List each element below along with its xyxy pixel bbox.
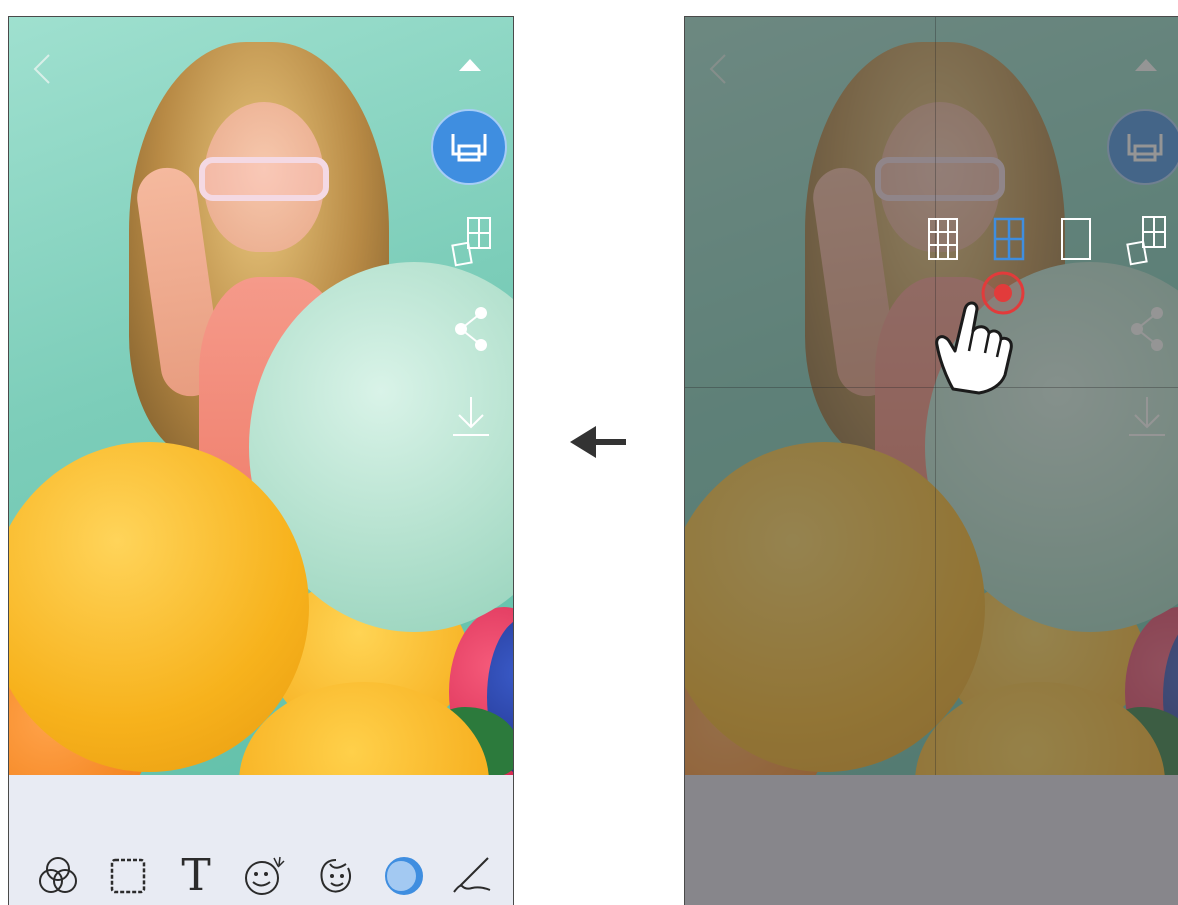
effect-tool-button[interactable] <box>381 853 427 899</box>
printer-icon <box>451 134 487 162</box>
frame-tool-button[interactable] <box>105 853 151 899</box>
dim-overlay <box>685 17 1178 905</box>
beauty-tool-button[interactable] <box>313 853 359 899</box>
sticker-tool-button[interactable] <box>241 853 287 899</box>
layout-option-grid-2x2[interactable] <box>991 215 1031 263</box>
back-button[interactable] <box>27 51 57 87</box>
text-tool-button[interactable]: T <box>173 853 219 899</box>
triangle-up-icon <box>459 59 481 71</box>
sticker-icon <box>245 856 285 895</box>
collapse-button[interactable] <box>455 53 485 77</box>
layout-option-single[interactable] <box>1058 215 1098 263</box>
draw-tool-button[interactable] <box>449 853 495 899</box>
frame-icon <box>110 858 146 894</box>
share-button[interactable] <box>449 303 493 355</box>
face-icon <box>320 859 351 893</box>
bottom-toolbar-disabled <box>685 775 1178 905</box>
chevron-left-icon <box>33 54 50 84</box>
grid-4-icon <box>993 217 1025 261</box>
text-icon: T <box>181 850 211 901</box>
save-button[interactable] <box>449 393 493 441</box>
photo-glasses <box>199 157 329 201</box>
grid-9-icon <box>928 218 958 260</box>
tile-layout-icon <box>1126 216 1166 266</box>
download-icon <box>453 397 489 436</box>
right-phone-screen <box>684 16 1178 905</box>
filter-tool-button[interactable] <box>35 853 81 899</box>
tile-menu-button[interactable] <box>1125 215 1175 266</box>
effect-icon <box>385 857 423 895</box>
left-phone-screen: T <box>8 16 514 905</box>
filter-circles-icon <box>39 857 77 893</box>
single-frame-icon <box>1061 218 1091 260</box>
share-icon <box>455 307 487 351</box>
pen-icon <box>453 857 491 893</box>
hand-pointer-icon <box>935 301 1013 395</box>
print-button[interactable] <box>431 109 507 185</box>
tile-layout-icon <box>451 217 491 267</box>
arrow-left-icon <box>570 426 626 458</box>
layout-option-grid-3x3[interactable] <box>925 215 965 263</box>
tile-print-button[interactable] <box>449 213 493 271</box>
